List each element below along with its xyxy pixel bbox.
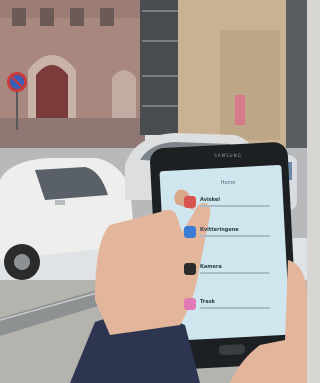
phone-brand-label: SAMSUNG (214, 153, 242, 158)
screen-item-subtitle (200, 307, 270, 309)
screen-item-subtitle (200, 235, 270, 237)
app-icon-kamera[interactable] (184, 263, 196, 275)
screen-item-label[interactable]: Kvitteringene (200, 227, 239, 233)
app-icon-kvitteringene[interactable] (184, 226, 196, 238)
screen-header: Home (220, 180, 236, 186)
screen-item-label[interactable]: Trask (200, 299, 215, 305)
dark-building (140, 0, 180, 135)
tan-building (178, 0, 307, 150)
app-icon-trask[interactable] (184, 298, 196, 310)
screen-item-subtitle (200, 272, 270, 274)
screen-item-label[interactable]: Aviskel (200, 197, 220, 203)
photo-scene: SAMSUNG Home Aviskel Kvitteringene Kamer… (0, 0, 307, 383)
phone-screen: Home Aviskel Kvitteringene Kamera Trask (172, 178, 284, 328)
screen-item-subtitle (200, 205, 270, 207)
app-icon-aviskel[interactable] (184, 196, 196, 208)
screen-item-label[interactable]: Kamera (200, 264, 222, 270)
